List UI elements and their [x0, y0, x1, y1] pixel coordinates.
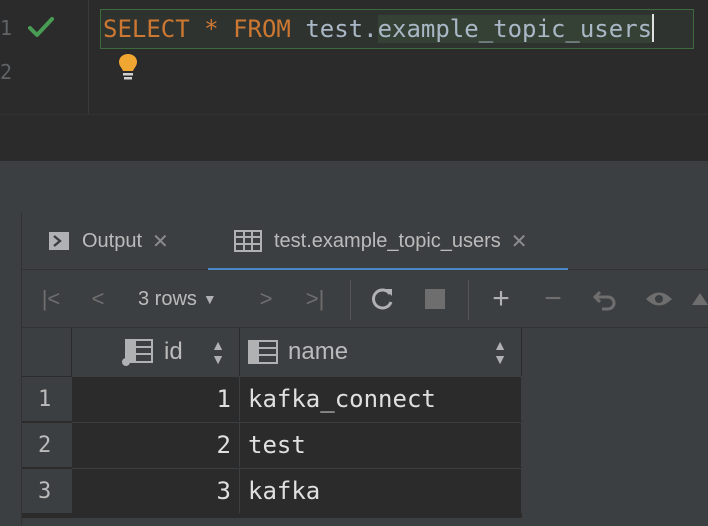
tab-results[interactable]: test.example_topic_users ✕	[208, 212, 568, 271]
table-cell-id[interactable]: 1	[72, 376, 240, 421]
column-header-id[interactable]: id ▲ ▼	[72, 328, 240, 376]
key-column-icon	[122, 339, 153, 366]
column-icon	[248, 340, 278, 364]
table-icon	[234, 230, 262, 252]
close-icon[interactable]: ✕	[152, 229, 169, 254]
rows-count-select[interactable]: 3 rows ▼	[138, 286, 217, 312]
revert-icon[interactable]	[592, 286, 618, 312]
check-icon	[28, 17, 54, 37]
close-icon[interactable]: ✕	[511, 229, 528, 254]
row-number[interactable]: 3	[22, 468, 72, 513]
query-line[interactable]: SELECT * FROM test.example_topic_users	[100, 9, 694, 49]
refresh-icon[interactable]	[370, 286, 396, 312]
panel-left-strip	[0, 212, 22, 526]
keyword-star: *	[204, 15, 219, 43]
line-number-1: 1	[0, 16, 13, 40]
result-grid: id ▲ ▼ name ▲ ▼ 1 1 kafka_connect 2 2 test…	[22, 328, 522, 518]
last-page-icon[interactable]: >|	[302, 286, 328, 312]
toolbar-separator	[350, 280, 351, 320]
keyword-select: SELECT	[103, 15, 190, 43]
tab-output[interactable]: Output ✕	[48, 212, 169, 270]
row-number[interactable]: 1	[22, 376, 72, 421]
table-cell-id[interactable]: 3	[72, 468, 240, 513]
panel-splitter[interactable]	[0, 160, 708, 212]
tab-results-label: test.example_topic_users	[274, 229, 501, 252]
stop-icon[interactable]	[424, 286, 446, 312]
table-cell-name[interactable]: kafka_connect	[240, 376, 522, 421]
keyword-from: FROM	[233, 15, 291, 43]
column-header-name[interactable]: name ▲ ▼	[240, 328, 522, 376]
next-page-icon[interactable]: >	[256, 286, 276, 312]
result-tabs: Output ✕ test.example_topic_users ✕	[22, 212, 708, 271]
column-header-id-label: id	[164, 338, 183, 365]
view-icon[interactable]	[644, 286, 674, 312]
delete-row-icon[interactable]: −	[540, 282, 566, 315]
first-page-icon[interactable]: |<	[38, 286, 64, 312]
chevron-down-icon: ▼	[202, 291, 217, 307]
toolbar-separator	[468, 280, 469, 320]
editor-empty-area	[0, 114, 708, 160]
lightbulb-icon[interactable]	[116, 52, 140, 82]
query-text[interactable]: SELECT * FROM test.example_topic_users	[103, 14, 655, 43]
column-header-name-label: name	[288, 338, 349, 365]
result-toolbar: |< < 3 rows ▼ > >| + −	[22, 270, 708, 328]
table-cell-name[interactable]: kafka	[240, 468, 522, 513]
table-cell-name[interactable]: test	[240, 422, 522, 467]
sql-editor[interactable]: 1 2 SELECT * FROM test.example_topic_use…	[0, 0, 708, 114]
grid-empty-area	[522, 328, 708, 526]
console-icon	[49, 232, 69, 250]
text-caret	[652, 14, 655, 42]
line-number-2: 2	[0, 60, 13, 84]
gutter-separator	[88, 0, 89, 114]
schema-identifier: test.	[305, 15, 378, 43]
row-number[interactable]: 2	[22, 422, 72, 467]
rows-count-label: 3 rows	[138, 287, 197, 310]
grid-corner[interactable]	[22, 328, 72, 376]
tab-output-label: Output	[82, 229, 143, 252]
sort-icon[interactable]: ▲ ▼	[211, 338, 225, 366]
prev-page-icon[interactable]: <	[88, 286, 108, 312]
more-tools-icon[interactable]	[692, 286, 708, 312]
sort-icon[interactable]: ▲ ▼	[493, 338, 507, 366]
add-row-icon[interactable]: +	[488, 282, 514, 315]
table-identifier: example_topic_users	[377, 15, 653, 43]
table-cell-id[interactable]: 2	[72, 422, 240, 467]
